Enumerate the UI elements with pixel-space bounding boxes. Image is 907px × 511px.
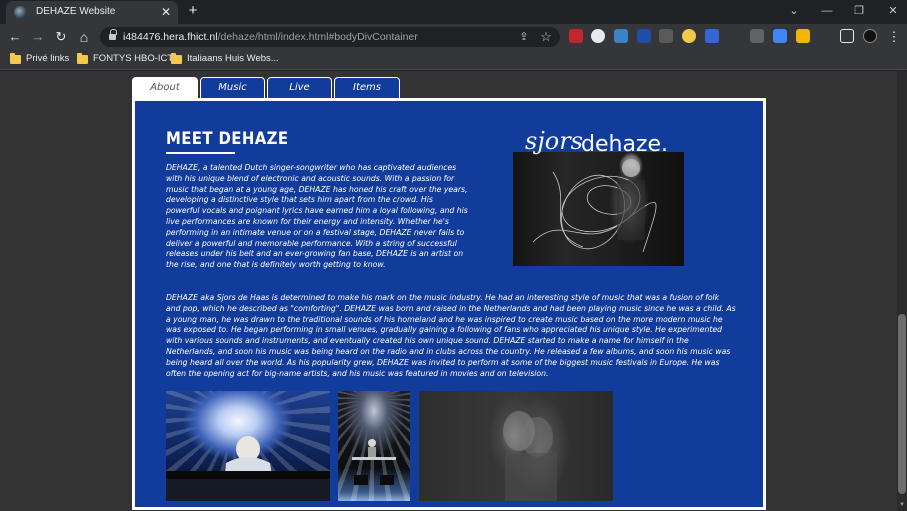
about-content-panel: MEET DEHAZE DEHAZE, a talented Dutch sin… xyxy=(132,98,766,510)
notification-extension-icon[interactable] xyxy=(796,29,810,43)
intro-paragraph: DEHAZE, a talented Dutch singer-songwrit… xyxy=(166,163,468,270)
tab-music[interactable]: Music xyxy=(200,77,265,98)
reload-button[interactable]: ↻ xyxy=(52,28,70,46)
bookmark-label: FONTYS HBO-ICT xyxy=(93,53,174,64)
maximize-window-button[interactable]: ❐ xyxy=(850,3,868,19)
page-title: MEET DEHAZE xyxy=(166,129,289,149)
home-button[interactable]: ⌂ xyxy=(75,28,93,46)
pdf-extension-icon[interactable] xyxy=(569,29,583,43)
tab-live[interactable]: Live xyxy=(267,77,332,98)
bookmark-label: Italiaans Huis Webs... xyxy=(187,53,279,64)
bookmark-star-icon[interactable]: ☆ xyxy=(538,29,554,45)
lock-icon[interactable] xyxy=(109,29,117,41)
bookmarks-bar: Privé links FONTYS HBO-ICT Italiaans Hui… xyxy=(0,50,907,70)
tab-search-dropdown-icon[interactable]: ⌄ xyxy=(786,3,802,19)
emoji-extension-icon[interactable] xyxy=(682,29,696,43)
vpn-extension-icon[interactable] xyxy=(705,29,719,43)
page-scrollbar[interactable]: ▼ xyxy=(897,71,907,511)
extensions-puzzle-icon[interactable] xyxy=(818,29,832,43)
browser-toolbar: ← → ↻ ⌂ i484476.hera.fhict.nl/dehaze/htm… xyxy=(0,24,907,50)
logo-script-text: sjors xyxy=(525,127,583,155)
folder-icon xyxy=(171,53,182,64)
close-window-button[interactable]: ✕ xyxy=(884,3,902,19)
site-favicon-icon xyxy=(14,6,27,19)
folder-icon xyxy=(77,53,88,64)
piano-performance-photo xyxy=(166,391,330,501)
minimize-window-button[interactable]: — xyxy=(818,3,836,19)
share-icon[interactable]: ⇪ xyxy=(516,29,532,45)
translate-extension-icon[interactable] xyxy=(773,29,787,43)
title-underline xyxy=(166,152,235,154)
forward-button[interactable]: → xyxy=(29,28,47,46)
bio-paragraph: DEHAZE aka Sjors de Haas is determined t… xyxy=(166,293,736,378)
browser-tab-title: DEHAZE Website xyxy=(36,6,116,17)
image-extension-icon[interactable] xyxy=(614,29,628,43)
url-text[interactable]: i484476.hera.fhict.nl/dehaze/html/index.… xyxy=(123,31,418,43)
tab-about[interactable]: About xyxy=(132,77,198,98)
grammar-extension-icon[interactable] xyxy=(591,29,605,43)
address-bar[interactable]: i484476.hera.fhict.nl/dehaze/html/index.… xyxy=(100,27,560,47)
sjors-dehaze-logo: sjors dehaze. xyxy=(523,127,673,159)
folder-icon xyxy=(10,53,21,64)
scrollbar-thumb[interactable] xyxy=(898,314,906,494)
browser-tab-strip: DEHAZE Website ✕ + ⌄ — ❐ ✕ xyxy=(0,0,907,24)
profile-avatar[interactable] xyxy=(863,29,877,43)
tab-items[interactable]: Items xyxy=(334,77,400,98)
scroll-down-arrow-icon[interactable]: ▼ xyxy=(898,501,906,509)
sound-extension-icon[interactable] xyxy=(727,29,741,43)
url-host: i484476.hera.fhict.nl xyxy=(123,31,218,43)
pen-extension-icon[interactable] xyxy=(659,29,673,43)
browser-menu-icon[interactable]: ⋮ xyxy=(885,28,903,46)
bookmark-label: Privé links xyxy=(26,53,70,64)
light-trails-graphic xyxy=(532,159,657,253)
stage-performance-photo xyxy=(338,391,410,501)
page-viewport: About Music Live Items MEET DEHAZE DEHAZ… xyxy=(0,71,907,511)
side-panel-icon[interactable] xyxy=(840,29,854,43)
close-tab-icon[interactable]: ✕ xyxy=(161,4,171,20)
back-button[interactable]: ← xyxy=(6,28,24,46)
new-tab-button[interactable]: + xyxy=(185,2,201,20)
artist-photo xyxy=(513,152,684,266)
browser-tab[interactable]: DEHAZE Website ✕ xyxy=(6,1,178,24)
motion-blur-portrait-photo xyxy=(419,391,613,501)
url-path: /dehaze/html/index.html#bodyDivContainer xyxy=(217,31,418,43)
logo-wordmark-text: dehaze. xyxy=(581,132,668,157)
screen-capture-extension-icon[interactable] xyxy=(637,29,651,43)
archive-extension-icon[interactable] xyxy=(750,29,764,43)
